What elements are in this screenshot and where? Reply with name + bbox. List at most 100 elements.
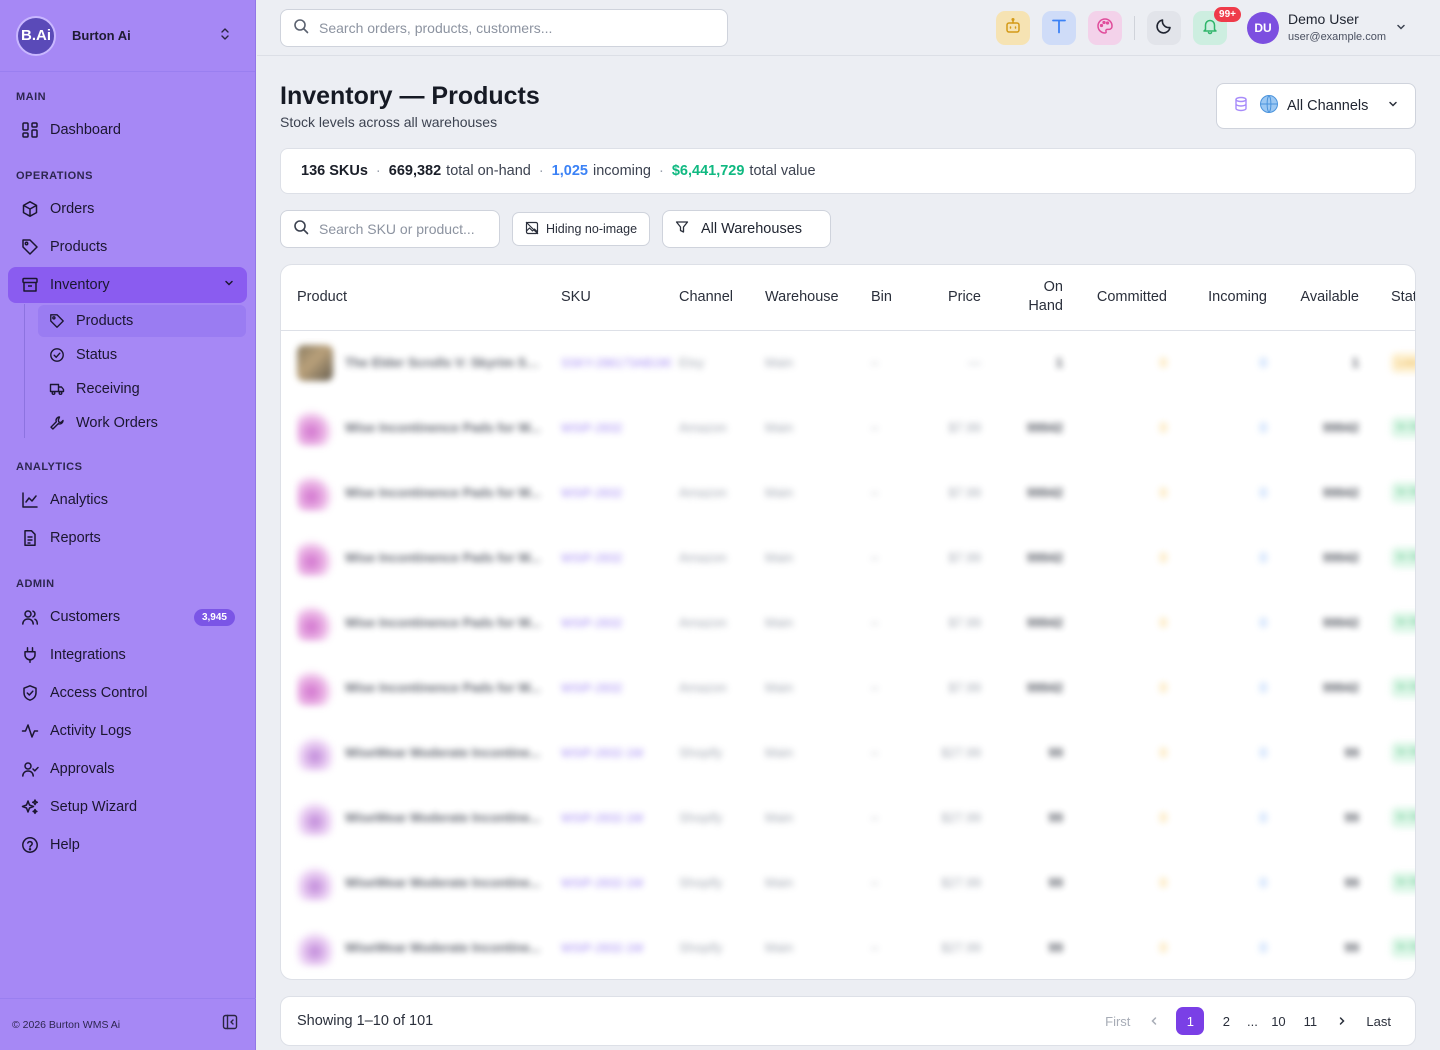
previous-page-button[interactable] — [1146, 1014, 1162, 1029]
hide-no-image-toggle[interactable]: Hiding no-image — [512, 212, 651, 246]
cell-sku: WSIP-2832-1M — [561, 875, 644, 890]
tag-icon — [48, 312, 66, 330]
workspace-switcher[interactable]: B.Ai Burton Ai — [0, 0, 255, 72]
sidebar-item-orders[interactable]: Orders — [8, 191, 247, 227]
table-row[interactable]: Wise Incontinence Pads for W... WSIP-2832… — [281, 590, 1415, 655]
column-header-sku[interactable]: SKU — [553, 265, 671, 331]
font-settings-button[interactable] — [1042, 11, 1076, 45]
sidebar-item-dashboard[interactable]: Dashboard — [8, 112, 247, 148]
table-row[interactable]: WiseWear Moderate Incontine... WSIP-2832-… — [281, 720, 1415, 785]
cell-bin: – — [871, 420, 879, 435]
brand-logo: B.Ai — [16, 15, 56, 56]
column-header-committed[interactable]: Committed — [1071, 265, 1175, 331]
product-name[interactable]: Wise Incontinence Pads for W... — [345, 680, 541, 695]
chevron-down-icon[interactable] — [1395, 20, 1407, 38]
sidebar-item-integrations[interactable]: Integrations — [8, 637, 247, 673]
product-name[interactable]: WiseWear Moderate Incontine... — [345, 875, 540, 890]
column-header-on-hand[interactable]: On Hand — [989, 265, 1071, 331]
sidebar-item-inventory[interactable]: Inventory — [8, 267, 247, 303]
table-row[interactable]: The Elder Scrolls V: Skyrim Sp... SSKY-28… — [281, 330, 1415, 395]
separator-dot: · — [538, 163, 544, 179]
cell-sku: WSIP-2832 — [561, 550, 623, 565]
table-row[interactable]: Wise Incontinence Pads for W... WSIP-2832… — [281, 460, 1415, 525]
column-header-incoming[interactable]: Incoming — [1175, 265, 1275, 331]
channel-select-label: All Channels — [1287, 98, 1369, 114]
sidebar: B.Ai Burton Ai MAIN Dashboard OPERATIONS… — [0, 0, 256, 1050]
product-name[interactable]: WiseWear Moderate Incontine... — [345, 940, 540, 955]
sku-search-input[interactable] — [319, 221, 489, 237]
table-row[interactable]: Wise Incontinence Pads for W... WSIP-2832… — [281, 395, 1415, 460]
column-header-status[interactable]: Status — [1367, 265, 1415, 331]
cell-available: 99 — [1344, 940, 1359, 955]
cell-bin: – — [871, 745, 879, 760]
sidebar-subitem-products[interactable]: Products — [38, 305, 246, 337]
product-name[interactable]: Wise Incontinence Pads for W... — [345, 485, 541, 500]
dark-mode-toggle[interactable] — [1147, 11, 1181, 45]
column-header-product[interactable]: Product — [281, 265, 553, 331]
cell-incoming: 0 — [1259, 745, 1267, 760]
cell-product: WiseWear Moderate Incontine... — [281, 785, 553, 850]
cell-product: Wise Incontinence Pads for W... — [281, 395, 553, 460]
sidebar-item-setup-wizard[interactable]: Setup Wizard — [8, 789, 247, 825]
cell-channel: Shopify — [679, 875, 723, 890]
product-name[interactable]: Wise Incontinence Pads for W... — [345, 550, 541, 565]
channel-select[interactable]: All Channels — [1216, 83, 1416, 129]
table-row[interactable]: Wise Incontinence Pads for W... WSIP-2832… — [281, 525, 1415, 590]
first-page-button[interactable]: First — [1105, 1014, 1130, 1029]
cell-price: $7.99 — [948, 420, 981, 435]
cell-warehouse: Main — [765, 745, 794, 760]
product-name[interactable]: WiseWear Moderate Incontine... — [345, 810, 540, 825]
table-row[interactable]: Wise Incontinence Pads for W... WSIP-2832… — [281, 655, 1415, 720]
product-name[interactable]: WiseWear Moderate Incontine... — [345, 745, 540, 760]
table-row[interactable]: WiseWear Moderate Incontine... WSIP-2832-… — [281, 785, 1415, 850]
cell-committed: 0 — [1159, 810, 1167, 825]
column-header-available[interactable]: Available — [1275, 265, 1367, 331]
cell-product: Wise Incontinence Pads for W... — [281, 525, 553, 590]
theme-palette-button[interactable] — [1088, 11, 1122, 45]
sidebar-item-access-control[interactable]: Access Control — [8, 675, 247, 711]
sidebar-item-customers[interactable]: Customers 3,945 — [8, 599, 247, 635]
next-page-button[interactable] — [1334, 1014, 1350, 1029]
column-header-channel[interactable]: Channel — [671, 265, 757, 331]
sidebar-subitem-status[interactable]: Status — [38, 339, 246, 371]
global-search[interactable] — [280, 9, 728, 47]
cell-channel: Amazon — [679, 615, 727, 630]
page-button-current[interactable]: 1 — [1176, 1007, 1205, 1035]
sidebar-item-products[interactable]: Products — [8, 229, 247, 265]
cell-price: $7.99 — [948, 615, 981, 630]
table-row[interactable]: WiseWear Moderate Incontine... WSIP-2832-… — [281, 850, 1415, 915]
chevron-down-icon — [1387, 97, 1399, 115]
avatar[interactable]: DU — [1247, 12, 1279, 44]
column-header-bin[interactable]: Bin — [863, 265, 919, 331]
collapse-sidebar-icon[interactable] — [222, 1014, 238, 1035]
sidebar-subitem-receiving[interactable]: Receiving — [38, 373, 246, 405]
page-button[interactable]: 2 — [1218, 1014, 1234, 1029]
product-name[interactable]: Wise Incontinence Pads for W... — [345, 420, 541, 435]
cell-on-hand: 99942 — [1026, 680, 1063, 695]
sidebar-subitem-work-orders[interactable]: Work Orders — [38, 407, 246, 439]
sidebar-item-activity-logs[interactable]: Activity Logs — [8, 713, 247, 749]
product-name[interactable]: The Elder Scrolls V: Skyrim Sp... — [345, 355, 545, 370]
page-button[interactable]: 11 — [1302, 1014, 1318, 1029]
sidebar-item-help[interactable]: Help — [8, 827, 247, 863]
last-page-button[interactable]: Last — [1366, 1014, 1391, 1029]
table-row[interactable]: WiseWear Moderate Incontine... WSIP-2832-… — [281, 915, 1415, 979]
cell-sku: WSIP-2832-1M — [561, 940, 644, 955]
product-name[interactable]: Wise Incontinence Pads for W... — [345, 615, 541, 630]
column-header-price[interactable]: Price — [919, 265, 989, 331]
sidebar-item-approvals[interactable]: Approvals — [8, 751, 247, 787]
sidebar-item-reports[interactable]: Reports — [8, 520, 247, 556]
warehouse-filter[interactable]: All Warehouses — [662, 210, 831, 248]
cell-sku: WSIP-2832 — [561, 420, 623, 435]
column-header-warehouse[interactable]: Warehouse — [757, 265, 863, 331]
cell-available: 99 — [1344, 745, 1359, 760]
cell-channel: Etsy — [679, 355, 705, 371]
global-search-input[interactable] — [319, 20, 699, 36]
sku-search[interactable] — [280, 210, 500, 248]
notifications-button[interactable]: 99+ — [1193, 7, 1241, 45]
sidebar-item-label: Approvals — [50, 761, 115, 777]
ai-assistant-button[interactable] — [996, 11, 1030, 45]
cell-incoming: 0 — [1259, 615, 1267, 630]
page-button[interactable]: 10 — [1270, 1014, 1286, 1029]
sidebar-item-analytics[interactable]: Analytics — [8, 482, 247, 518]
